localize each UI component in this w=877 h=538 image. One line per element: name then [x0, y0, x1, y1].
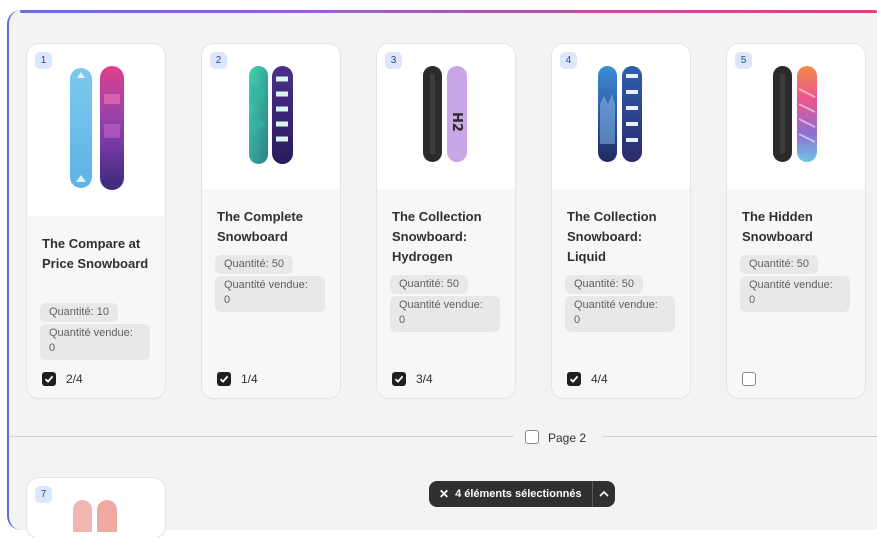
card-body: The Collection Snowboard: Hydrogen Quant…: [377, 189, 515, 398]
selection-order: 3/4: [416, 372, 433, 386]
page-divider-left: [10, 436, 514, 437]
selection-order: 4/4: [591, 372, 608, 386]
product-title: The Complete Snowboard: [217, 209, 303, 244]
sold-quantity-pill: Quantité vendue: 0: [215, 276, 325, 312]
item-number-badge: 5: [735, 52, 752, 69]
checkmark-icon: [569, 375, 579, 383]
quantity-pill: Quantité: 50: [740, 255, 818, 274]
checkmark-icon: [44, 375, 54, 383]
checkmark-icon: [394, 375, 404, 383]
chevron-up-icon-glyph: [599, 490, 609, 497]
product-title: The Compare at Price Snowboard: [42, 236, 149, 271]
select-checkbox[interactable]: [567, 372, 581, 386]
sold-quantity-pill: Quantité vendue: 0: [390, 296, 500, 332]
item-number-badge: 1: [35, 52, 52, 69]
snowboard-image: [73, 500, 117, 532]
snowboard-image: [70, 66, 124, 190]
selection-count-label: 4 éléments sélectionnés: [455, 488, 582, 500]
product-title: The Hidden Snowboard: [742, 209, 813, 244]
item-number-badge: 2: [210, 52, 227, 69]
select-checkbox[interactable]: [217, 372, 231, 386]
product-card-7[interactable]: 7: [27, 478, 165, 538]
product-card-2[interactable]: 2 The Complete Snowboard Quantité: 50 Qu…: [202, 44, 340, 398]
card-body: The Collection Snowboard: Liquid Quantit…: [552, 189, 690, 398]
product-card-4[interactable]: 4 The Collection Snowboard: Liquid Quant…: [552, 44, 690, 398]
product-card-1[interactable]: 1 The Compare at Price Snowboard Quantit…: [27, 44, 165, 398]
product-image: [27, 44, 165, 216]
top-accent-bar: [20, 10, 877, 13]
sold-quantity-pill: Quantité vendue: 0: [40, 324, 150, 360]
item-number-badge: 3: [385, 52, 402, 69]
sold-quantity-pill: Quantité vendue: 0: [565, 296, 675, 332]
page-2-label: Page 2: [548, 431, 587, 445]
selection-action-bar: ✕ 4 éléments sélectionnés: [429, 481, 615, 507]
selection-order: 2/4: [66, 372, 83, 386]
select-checkbox[interactable]: [742, 372, 756, 386]
product-title: The Collection Snowboard: Hydrogen: [392, 209, 482, 264]
chevron-up-icon[interactable]: [593, 488, 615, 500]
product-card-3[interactable]: H2 3 The Collection Snowboard: Hydrogen …: [377, 44, 515, 398]
product-title: The Collection Snowboard: Liquid: [567, 209, 657, 264]
svg-text:H2: H2: [449, 112, 464, 132]
product-card-5[interactable]: 5 The Hidden Snowboard Quantité: 50 Quan…: [727, 44, 865, 398]
sold-quantity-pill: Quantité vendue: 0: [740, 276, 850, 312]
select-checkbox[interactable]: [42, 372, 56, 386]
quantity-pill: Quantité: 50: [215, 255, 293, 274]
close-icon[interactable]: ✕: [429, 487, 455, 501]
item-number-badge: 4: [560, 52, 577, 69]
quantity-pill: Quantité: 10: [40, 303, 118, 322]
card-body: The Compare at Price Snowboard Quantité:…: [27, 216, 165, 398]
selection-order: 1/4: [241, 372, 258, 386]
card-body: The Hidden Snowboard Quantité: 50 Quanti…: [727, 189, 865, 398]
select-checkbox[interactable]: [392, 372, 406, 386]
quantity-pill: Quantité: 50: [390, 275, 468, 294]
page-2-select-checkbox[interactable]: [525, 430, 539, 444]
card-body: The Complete Snowboard Quantité: 50 Quan…: [202, 189, 340, 398]
page-divider-right: [603, 436, 877, 437]
checkmark-icon: [219, 375, 229, 383]
quantity-pill: Quantité: 50: [565, 275, 643, 294]
